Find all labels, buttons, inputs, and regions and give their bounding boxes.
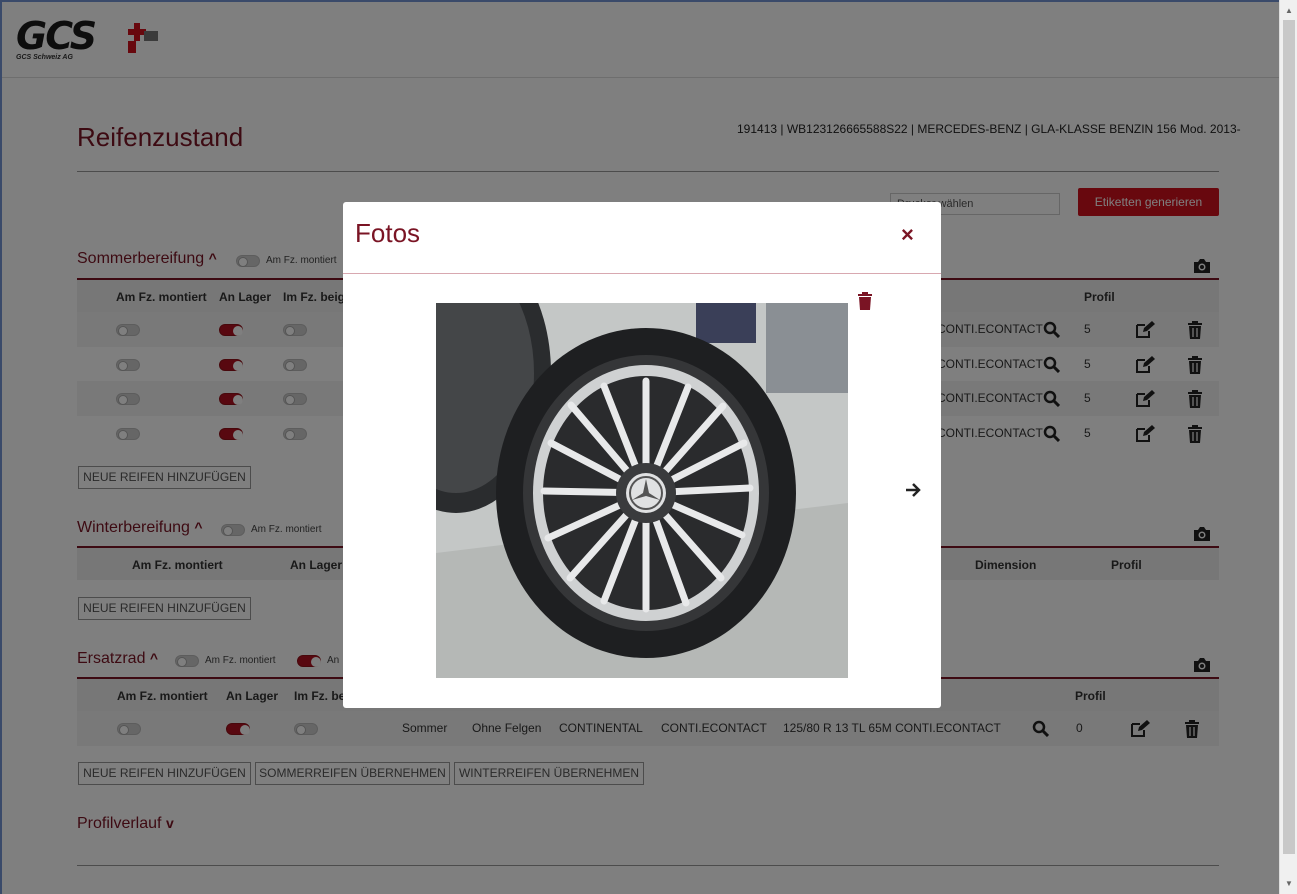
page: GCS GCS Schweiz AG Reifenzustand 191413 …	[0, 0, 1281, 894]
close-icon[interactable]: ×	[901, 222, 914, 248]
modal-title: Fotos	[355, 218, 421, 248]
modal-divider	[343, 273, 941, 274]
tire-photo	[436, 303, 848, 678]
scroll-up-icon[interactable]: ▲	[1280, 3, 1297, 19]
delete-photo-icon[interactable]	[857, 292, 873, 310]
scrollbar-thumb[interactable]	[1283, 20, 1295, 854]
scroll-down-icon[interactable]: ▼	[1280, 876, 1297, 892]
scrollbar[interactable]: ▲ ▼	[1279, 0, 1297, 894]
tire-photo-image	[436, 303, 848, 678]
arrow-right-icon[interactable]	[904, 481, 922, 499]
photos-modal: Fotos ×	[343, 202, 941, 708]
